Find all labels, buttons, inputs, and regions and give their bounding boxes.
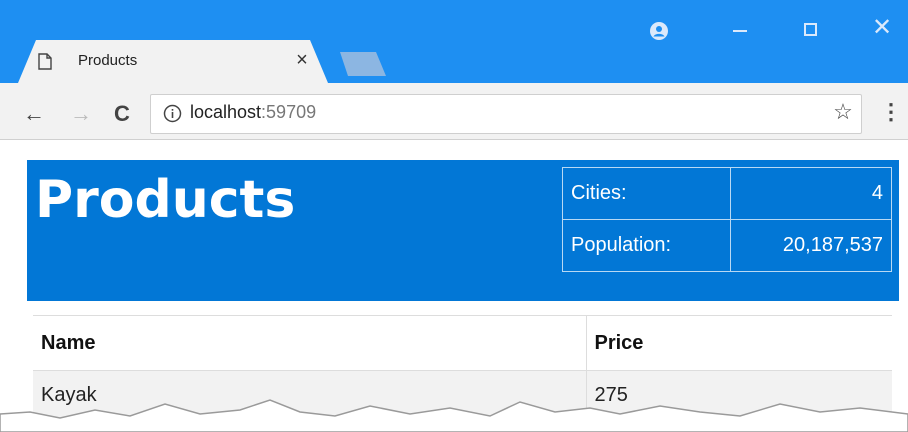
account-icon[interactable] [650,22,668,40]
tab-title: Products [78,52,138,69]
stat-label: Cities: [562,167,731,220]
tab-close-icon[interactable]: × [291,49,313,71]
stat-label: Population: [562,219,731,272]
reload-icon[interactable]: C [110,102,134,126]
stat-value: 20,187,537 [730,219,892,272]
tab-products[interactable] [18,40,328,83]
window-close-icon[interactable]: ✕ [870,14,894,42]
table-header-row: Name Price [33,315,892,371]
stats-row: Cities: 4 [562,167,892,220]
menu-icon[interactable]: ⋮ [880,100,902,124]
stat-value: 4 [730,167,892,220]
url-text: localhost:59709 [190,102,316,123]
minimize-icon[interactable] [733,30,747,32]
bookmark-star-icon[interactable]: ☆ [831,100,855,124]
back-arrow-icon[interactable]: ← [22,102,46,126]
url-host: localhost [190,102,262,122]
stats-table: Cities: 4 Population: 20,187,537 [562,167,892,272]
torn-edge-decoration [0,399,908,432]
info-icon[interactable] [163,104,182,123]
maximize-icon[interactable] [804,23,817,36]
document-icon [38,53,52,70]
column-header-price: Price [586,315,892,371]
url-port: :59709 [261,102,317,122]
forward-arrow-icon[interactable]: → [69,102,93,126]
column-header-name: Name [33,315,587,371]
page-title: Products [35,170,296,230]
stats-row: Population: 20,187,537 [562,219,892,272]
